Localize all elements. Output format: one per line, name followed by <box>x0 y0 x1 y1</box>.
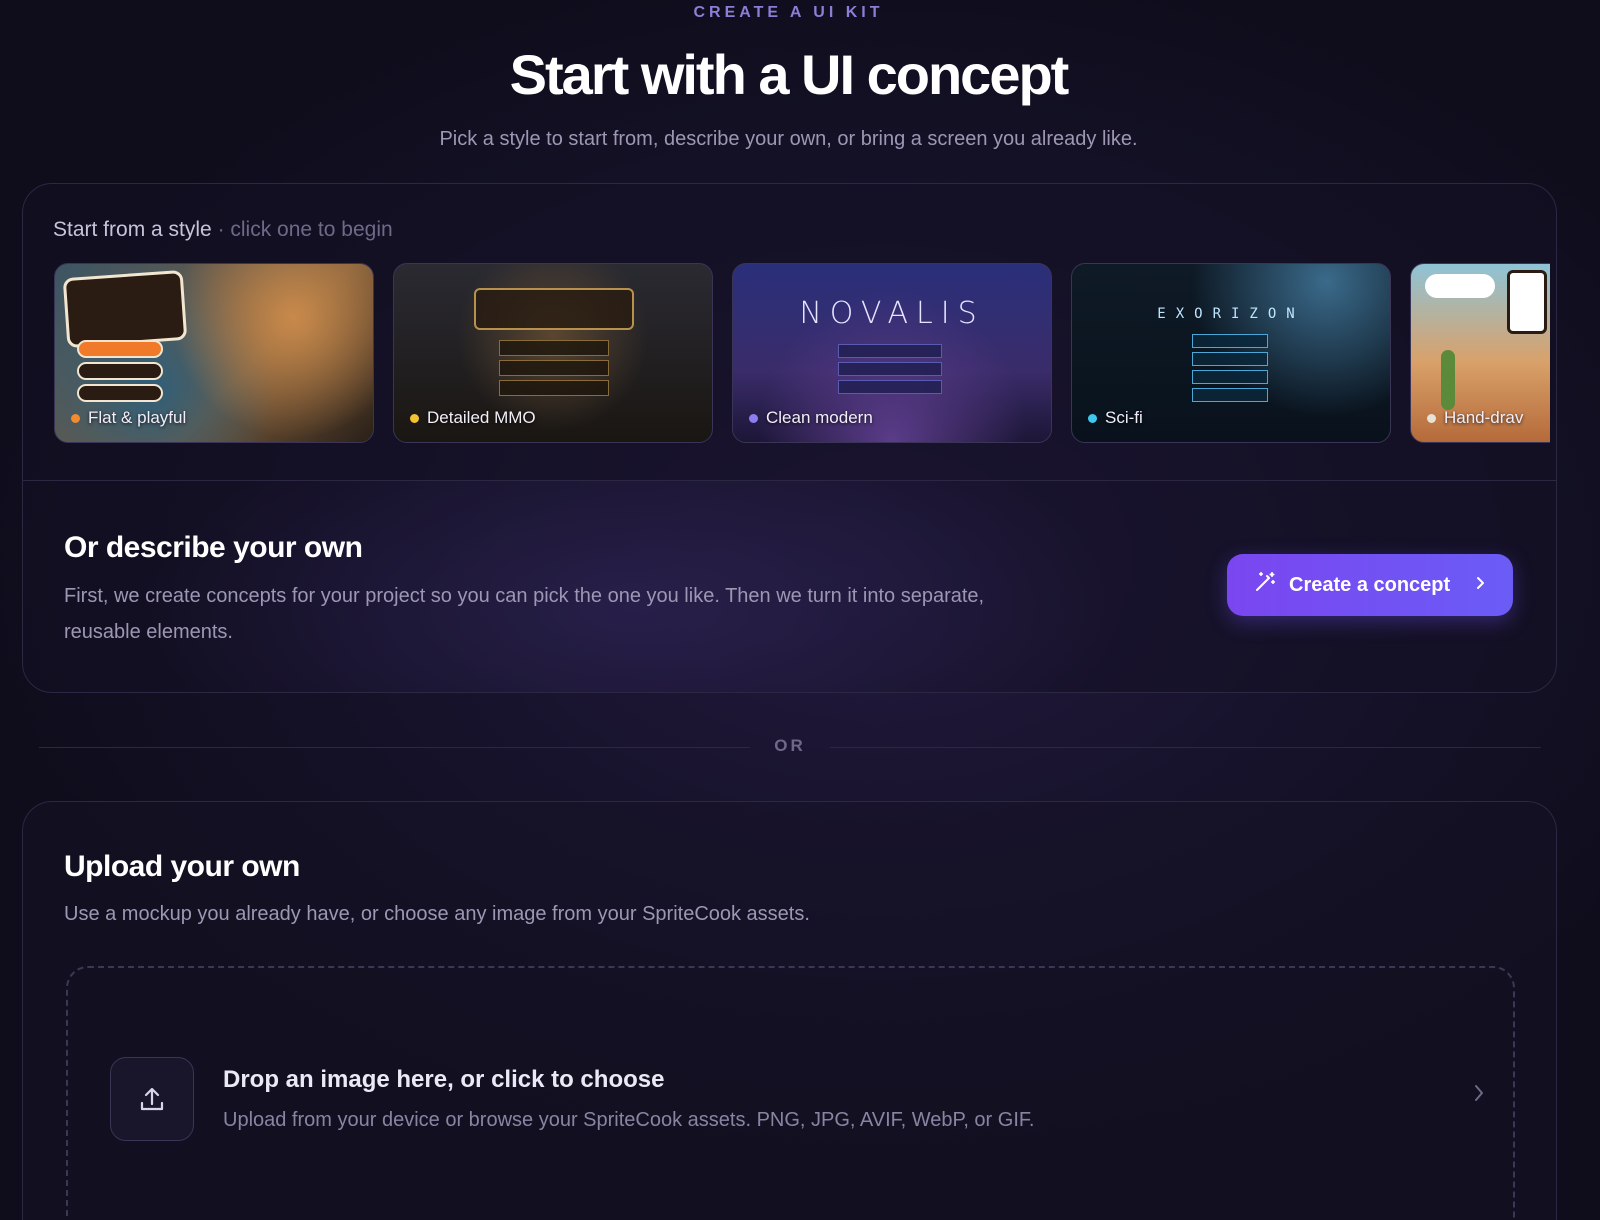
eyebrow-label: CREATE A UI KIT <box>693 4 884 21</box>
card-art-logo <box>62 269 188 349</box>
card-art-menu-item <box>838 344 942 358</box>
style-card-sci-fi[interactable]: EXORIZON Sci-fi <box>1071 263 1391 443</box>
card-art-cloud <box>1425 274 1495 298</box>
style-card-label: Sci-fi <box>1088 408 1143 428</box>
magic-wand-icon <box>1253 570 1277 600</box>
style-card-clean-modern[interactable]: NOVALIS Clean modern <box>732 263 1052 443</box>
or-label: OR <box>774 736 806 755</box>
style-card-label: Clean modern <box>749 408 873 428</box>
create-concept-button[interactable]: Create a concept <box>1227 554 1513 616</box>
card-art-menu-item <box>838 362 942 376</box>
style-panel: Start from a style · click one to begin … <box>22 183 1557 693</box>
image-dropzone[interactable]: Drop an image here, or click to choose U… <box>66 966 1515 1220</box>
style-dot <box>410 413 419 423</box>
create-concept-label: Create a concept <box>1289 573 1451 596</box>
style-dot <box>71 413 80 423</box>
chevron-right-icon <box>1473 574 1487 597</box>
page-title: Start with a UI concept <box>509 43 1070 106</box>
style-heading-text: Start from a style <box>53 218 212 241</box>
style-card-detailed-mmo[interactable]: Detailed MMO <box>393 263 713 443</box>
card-art-menu-item <box>1192 388 1268 402</box>
card-art-menu-item <box>77 340 163 358</box>
describe-section: Or describe your own First, we create co… <box>23 481 1556 692</box>
card-art-menu-item <box>1192 370 1268 384</box>
upload-title: Upload your own <box>64 850 300 883</box>
card-art-logo: NOVALIS <box>799 296 985 331</box>
style-card-hand-drawn[interactable]: Hand-drav <box>1410 263 1550 443</box>
card-art-menu-item <box>499 380 609 396</box>
upload-panel: Upload your own Use a mockup you already… <box>22 801 1557 1220</box>
card-art-logo <box>474 288 634 330</box>
describe-title: Or describe your own <box>64 531 363 564</box>
card-art-menu-item <box>838 380 942 394</box>
upload-description: Use a mockup you already have, or choose… <box>64 903 810 925</box>
style-card-label: Detailed MMO <box>410 408 536 428</box>
card-art-menu-item <box>1192 334 1268 348</box>
card-art-menu-item <box>499 360 609 376</box>
style-dot <box>1088 413 1097 423</box>
style-card-text: Clean modern <box>766 408 873 427</box>
page-subtitle: Pick a style to start from, describe you… <box>439 128 1138 150</box>
card-art-menu-item <box>77 362 163 380</box>
card-art-menu-item <box>499 340 609 356</box>
style-card-text: Detailed MMO <box>427 408 536 427</box>
style-card-label: Flat & playful <box>71 408 186 428</box>
style-dot <box>1427 413 1436 423</box>
card-art-cactus <box>1441 350 1455 410</box>
style-card-text: Hand-drav <box>1444 408 1524 427</box>
dropzone-description: Upload from your device or browse your S… <box>223 1109 1035 1131</box>
card-art-logo <box>1507 270 1547 334</box>
or-line-right <box>830 747 1541 748</box>
style-card-text: Sci-fi <box>1105 408 1143 427</box>
style-section-heading: Start from a style · click one to begin <box>53 218 393 242</box>
card-art-logo: EXORIZON <box>1157 306 1305 322</box>
style-card-row: Flat & playful Detailed MMO NOVALIS Clea… <box>54 263 1550 445</box>
card-art-menu-item <box>1192 352 1268 366</box>
upload-icon <box>110 1057 194 1141</box>
style-card-flat-playful[interactable]: Flat & playful <box>54 263 374 443</box>
style-dot <box>749 413 758 423</box>
dropzone-title: Drop an image here, or click to choose <box>223 1066 665 1093</box>
card-art-menu-item <box>77 384 163 402</box>
style-card-text: Flat & playful <box>88 408 187 427</box>
style-card-label: Hand-drav <box>1427 408 1523 428</box>
or-divider: OR <box>39 736 1541 756</box>
chevron-right-icon <box>1472 1082 1486 1109</box>
style-heading-hint: · click one to begin <box>217 218 393 241</box>
describe-body: First, we create concepts for your proje… <box>64 585 985 643</box>
